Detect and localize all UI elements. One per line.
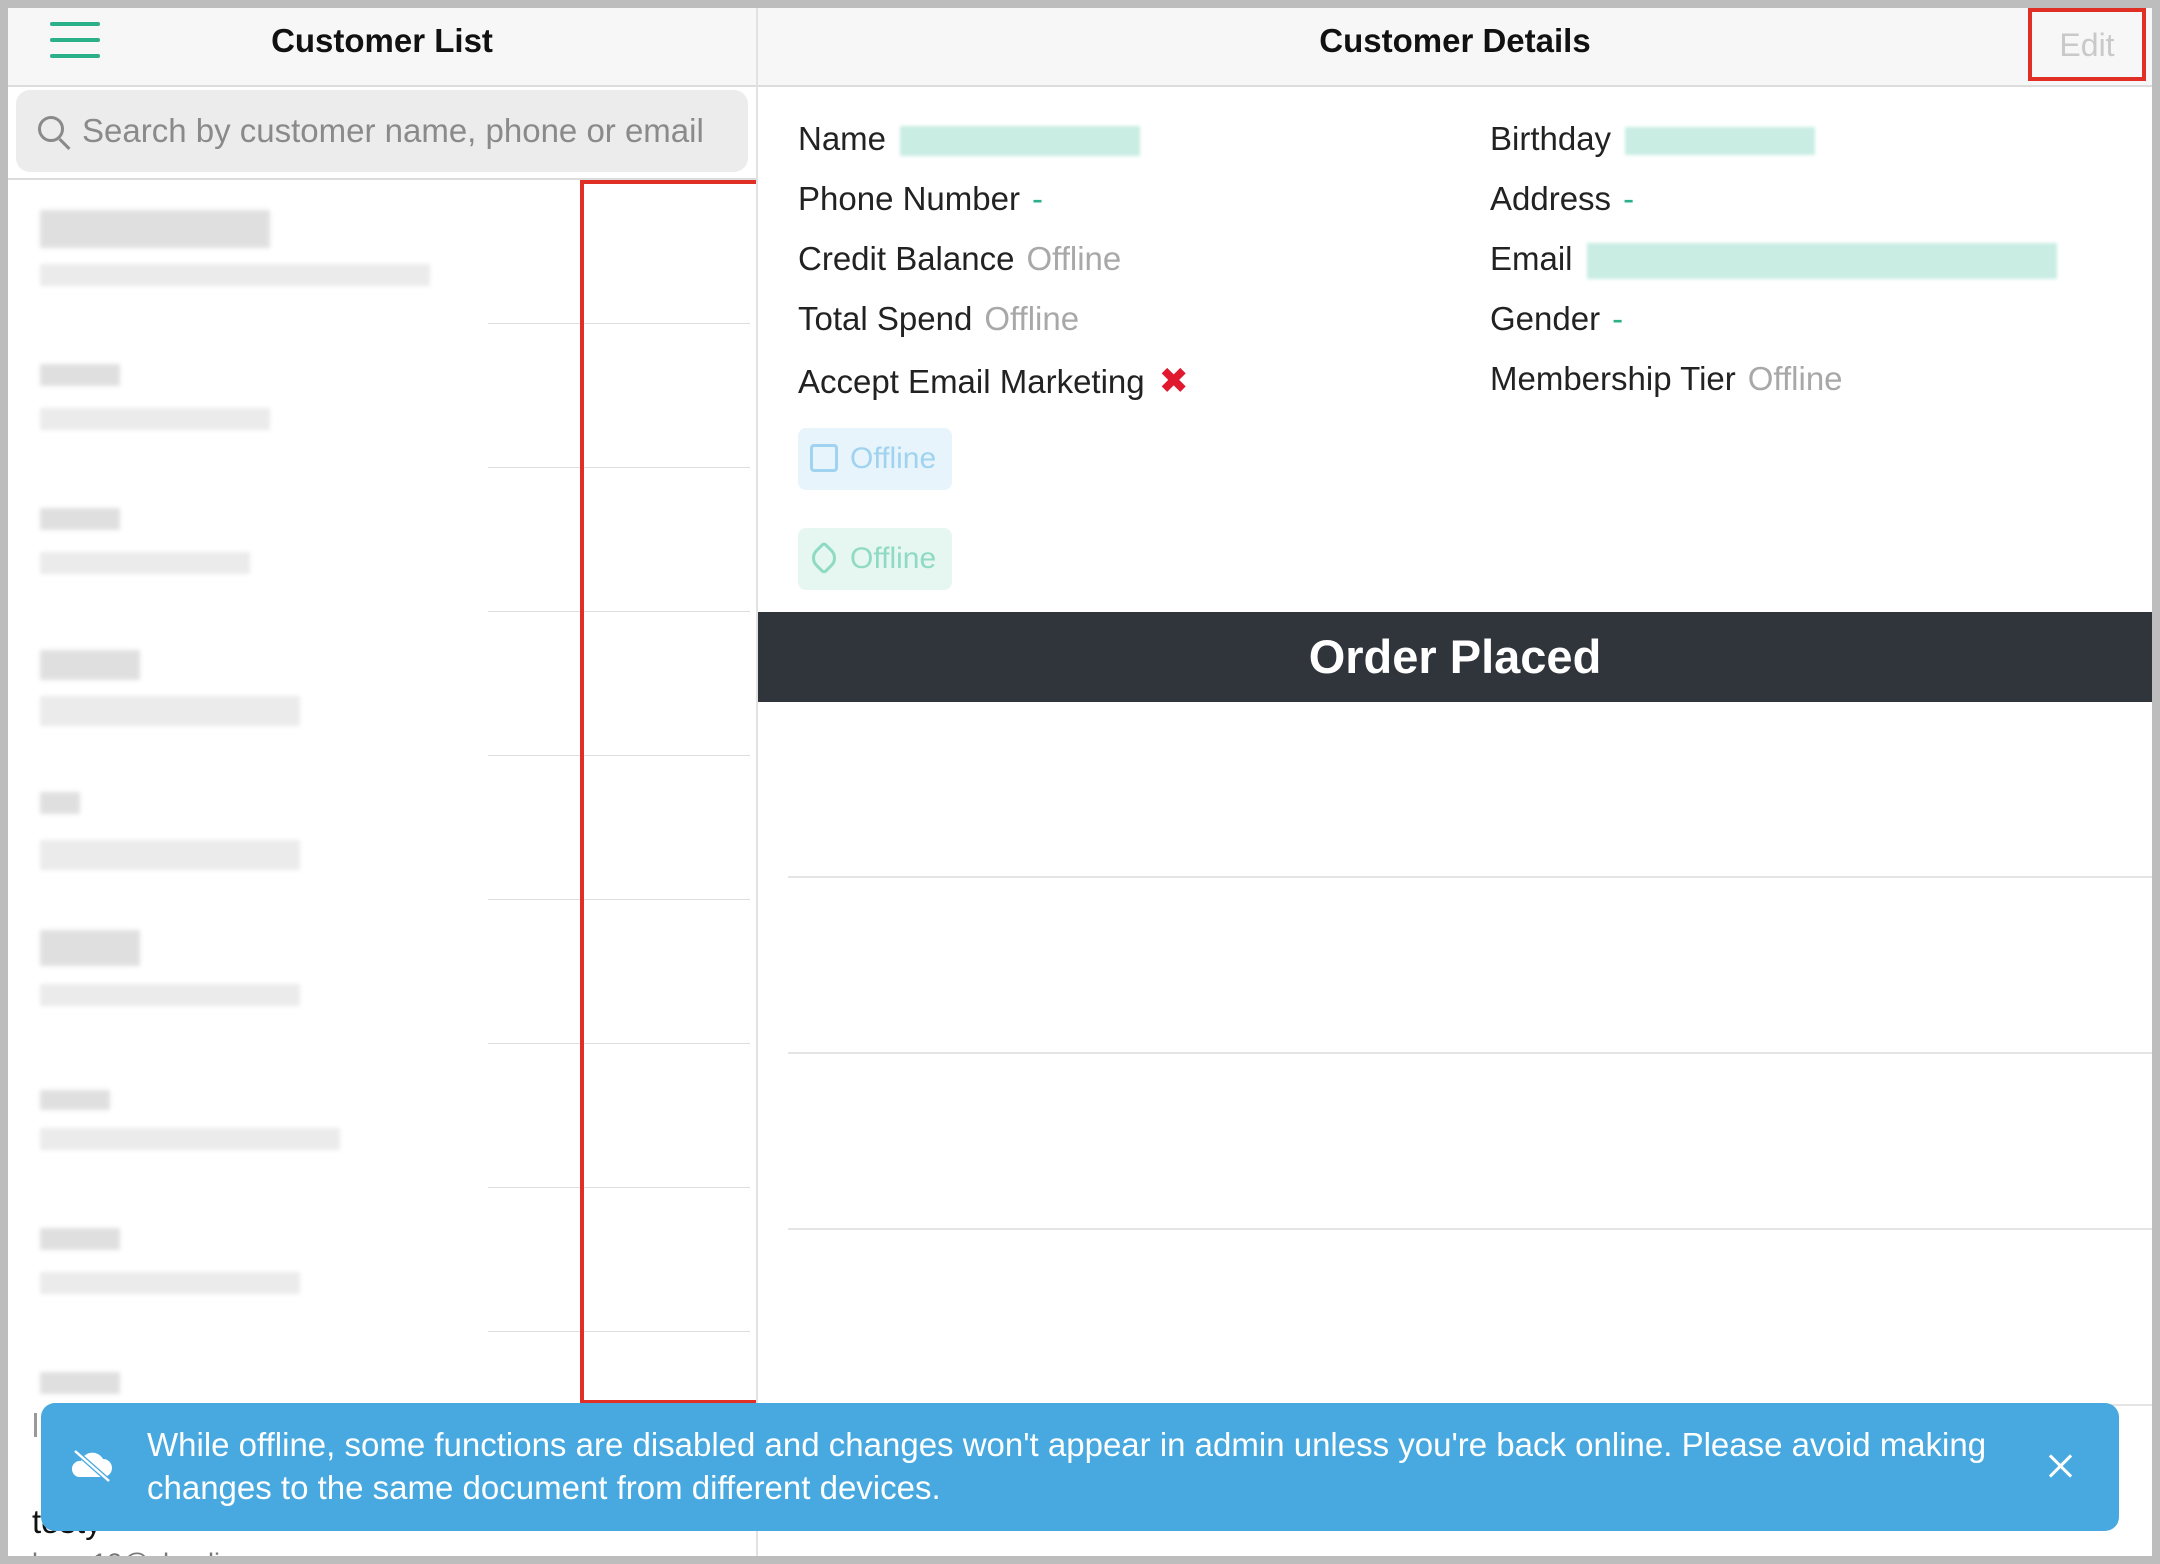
phone-value: - (1031, 180, 1043, 217)
customer-email: loren12@shoplineapp.com (32, 1548, 354, 1564)
customer-list-item[interactable] (8, 900, 756, 1044)
customer-list-pane: Customer List Search by customer name, p… (8, 8, 758, 1564)
total-spend-label: Total Spend (798, 300, 973, 337)
redacted-email (40, 264, 430, 286)
search-icon (38, 116, 64, 142)
customer-list-title: Customer List (271, 22, 493, 59)
redacted-value (900, 126, 1141, 157)
birthday-label: Birthday (1490, 120, 1612, 157)
customer-list-item[interactable] (8, 1044, 756, 1188)
note-icon (810, 444, 838, 472)
birthday-field: Birthday (1490, 120, 1816, 158)
close-icon[interactable] (2041, 1447, 2081, 1487)
customer-list-item[interactable] (8, 468, 756, 612)
customer-list-item[interactable] (8, 612, 756, 756)
redacted-email (40, 552, 250, 574)
order-row-divider (788, 1228, 2152, 1230)
tag-chip[interactable]: Offline (798, 528, 952, 590)
order-row-divider (788, 876, 2152, 878)
credit-balance-label: Credit Balance (798, 240, 1015, 277)
address-label: Address (1490, 180, 1612, 217)
redacted-value (1586, 243, 2057, 280)
redacted-name (40, 1090, 110, 1110)
gender-field: Gender - (1490, 300, 1623, 338)
order-row-divider (788, 1052, 2152, 1054)
redacted-name (40, 508, 120, 530)
phone-field: Phone Number - (798, 180, 1043, 218)
redacted-name (40, 1372, 120, 1394)
credit-balance-value: Offline (1026, 240, 1122, 277)
customer-list-item[interactable] (8, 324, 756, 468)
order-placed-banner: Order Placed (758, 612, 2152, 702)
tag-icon (807, 541, 841, 575)
membership-tier-field: Membership Tier Offline (1490, 360, 1843, 398)
x-mark-icon: ✖ (1158, 360, 1189, 401)
customer-details-pane: Customer Details Edit Name Phone Number -… (758, 8, 2152, 1564)
redacted-name (40, 364, 120, 386)
customer-list-item[interactable] (8, 756, 756, 900)
email-label: Email (1490, 240, 1573, 277)
gender-label: Gender (1490, 300, 1601, 337)
customer-details-header: Customer Details Edit (758, 8, 2152, 87)
email-marketing-label: Accept Email Marketing (798, 363, 1145, 400)
search-bar (16, 90, 748, 172)
redacted-name (40, 792, 80, 814)
customer-details-title: Customer Details (1319, 22, 1591, 59)
redacted-email (40, 840, 300, 870)
redacted-email (40, 1128, 340, 1150)
redacted-email (40, 696, 300, 726)
redacted-value (1625, 127, 1816, 156)
list-scroll-marker (34, 1413, 37, 1437)
edit-button[interactable]: Edit (2028, 8, 2146, 81)
cloud-offline-icon (71, 1449, 112, 1483)
offline-message: While offline, some functions are disabl… (147, 1426, 1987, 1506)
redacted-email (40, 1272, 300, 1294)
gender-value: - (1612, 300, 1624, 337)
credit-balance-field: Credit Balance Offline (798, 240, 1121, 278)
membership-tier-value: Offline (1747, 360, 1843, 397)
redacted-name (40, 1228, 120, 1250)
total-spend-value: Offline (984, 300, 1080, 337)
total-spend-field: Total Spend Offline (798, 300, 1079, 338)
customer-list-item[interactable] (8, 180, 756, 324)
tag-chip-label: Offline (850, 542, 937, 575)
phone-label: Phone Number (798, 180, 1020, 217)
redacted-name (40, 650, 140, 680)
name-field: Name (798, 120, 1141, 158)
redacted-name (40, 210, 270, 248)
customer-list-header: Customer List (8, 8, 756, 87)
redacted-email (40, 408, 270, 430)
note-chip[interactable]: Offline (798, 428, 952, 490)
membership-tier-label: Membership Tier (1490, 360, 1736, 397)
email-marketing-field: Accept Email Marketing ✖ (798, 360, 1189, 402)
redacted-email (40, 984, 300, 1006)
email-field: Email (1490, 240, 2057, 280)
address-field: Address - (1490, 180, 1634, 218)
name-label: Name (798, 120, 887, 157)
note-chip-label: Offline (850, 442, 937, 475)
redacted-name (40, 930, 140, 966)
address-value: - (1623, 180, 1635, 217)
search-input[interactable] (80, 100, 739, 162)
offline-toast: While offline, some functions are disabl… (41, 1403, 2119, 1531)
customer-list-item[interactable] (8, 1188, 756, 1332)
